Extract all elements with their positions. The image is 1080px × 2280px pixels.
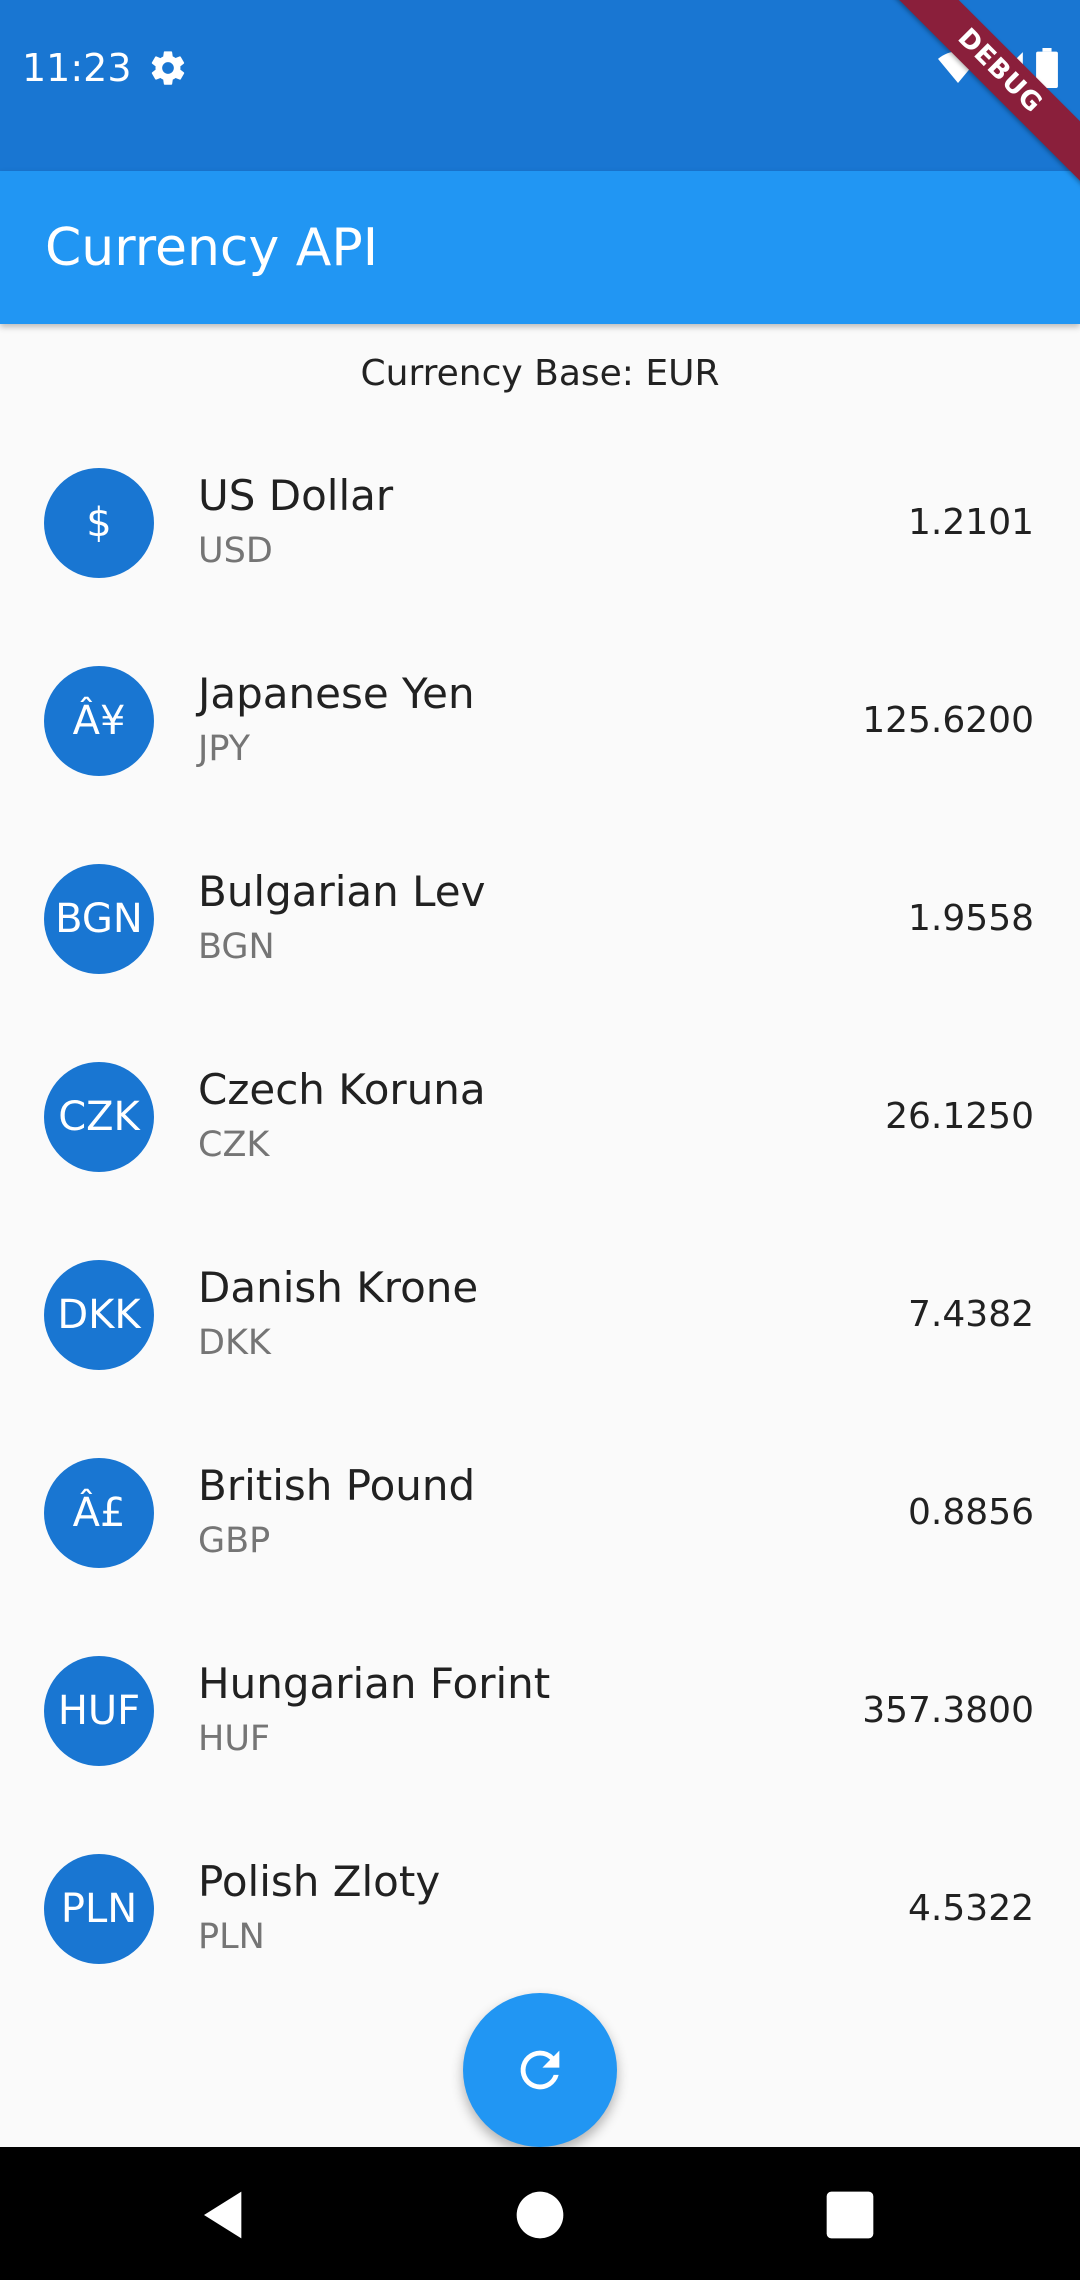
page-title: Currency API xyxy=(45,218,379,278)
currency-name: Japanese Yen xyxy=(198,669,475,718)
currency-name: US Dollar xyxy=(198,471,394,520)
currency-rate: 0.8856 xyxy=(908,1492,1034,1533)
screen: 11:23 Currency API DEBUG Currency Base: … xyxy=(0,0,1080,2280)
currency-name: Polish Zloty xyxy=(198,1857,441,1906)
currency-rate: 4.5322 xyxy=(908,1888,1034,1929)
currency-rate: 125.6200 xyxy=(862,700,1034,741)
currency-avatar: PLN xyxy=(44,1854,154,1964)
currency-avatar: Â¥ xyxy=(44,666,154,776)
currency-code: HUF xyxy=(198,1719,271,1759)
refresh-button[interactable] xyxy=(463,1993,617,2147)
list-item[interactable]: PLN Polish Zloty PLN 4.5322 xyxy=(0,1810,1080,2008)
currency-avatar: BGN xyxy=(44,864,154,974)
currency-rate: 26.1250 xyxy=(885,1096,1034,1137)
currency-avatar: $ xyxy=(44,468,154,578)
list-item[interactable]: DKK Danish Krone DKK 7.4382 xyxy=(0,1216,1080,1414)
list-item[interactable]: Â¥ Japanese Yen JPY 125.6200 xyxy=(0,622,1080,820)
list-item[interactable]: CZK Czech Koruna CZK 26.1250 xyxy=(0,1018,1080,1216)
list-item[interactable]: HUF Hungarian Forint HUF 357.3800 xyxy=(0,1612,1080,1810)
list-item[interactable]: BGN Bulgarian Lev BGN 1.9558 xyxy=(0,820,1080,1018)
currency-rate: 357.3800 xyxy=(862,1690,1034,1731)
currency-name: Danish Krone xyxy=(198,1263,479,1312)
currency-code: DKK xyxy=(198,1323,271,1363)
currency-list: $ US Dollar USD 1.2101 Â¥ Japanese Yen J… xyxy=(0,424,1080,2008)
currency-code: USD xyxy=(198,531,273,571)
currency-avatar: DKK xyxy=(44,1260,154,1370)
currency-name: British Pound xyxy=(198,1461,476,1510)
home-icon[interactable] xyxy=(512,2187,568,2243)
refresh-icon xyxy=(520,2050,560,2090)
currency-base-label: Currency Base: EUR xyxy=(360,353,720,394)
currency-code: BGN xyxy=(198,927,275,967)
currency-name: Hungarian Forint xyxy=(198,1659,551,1708)
currency-rate: 1.2101 xyxy=(908,502,1034,543)
currency-avatar: CZK xyxy=(44,1062,154,1172)
currency-name: Bulgarian Lev xyxy=(198,867,486,916)
currency-avatar: Â£ xyxy=(44,1458,154,1568)
currency-avatar: HUF xyxy=(44,1656,154,1766)
currency-code: JPY xyxy=(198,729,251,769)
gear-icon xyxy=(151,51,185,85)
list-item[interactable]: $ US Dollar USD 1.2101 xyxy=(0,424,1080,622)
status-time: 11:23 xyxy=(22,46,132,90)
list-item[interactable]: Â£ British Pound GBP 0.8856 xyxy=(0,1414,1080,1612)
currency-rate: 7.4382 xyxy=(908,1294,1034,1335)
recents-icon[interactable] xyxy=(822,2187,878,2243)
app-bar: Currency API xyxy=(0,171,1080,324)
status-bar: 11:23 xyxy=(0,0,1080,171)
navigation-bar xyxy=(0,2147,1080,2280)
currency-name: Czech Koruna xyxy=(198,1065,486,1114)
currency-rate: 1.9558 xyxy=(908,898,1034,939)
back-icon[interactable] xyxy=(197,2187,253,2243)
currency-code: PLN xyxy=(198,1917,265,1957)
currency-code: CZK xyxy=(198,1125,270,1165)
currency-code: GBP xyxy=(198,1521,271,1561)
